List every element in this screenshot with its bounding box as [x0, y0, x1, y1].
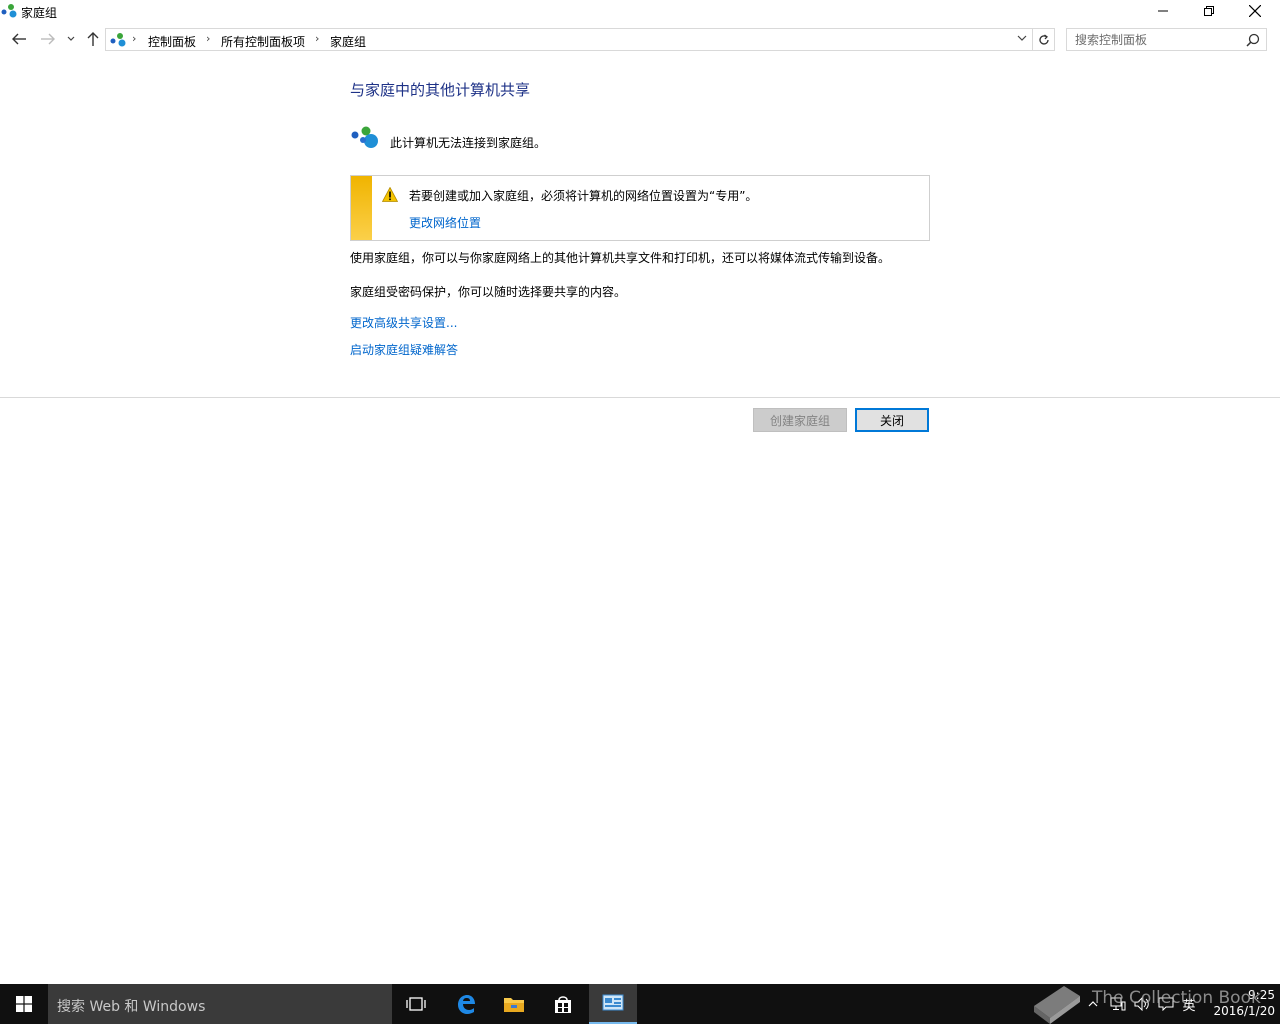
show-hidden-icons-button[interactable] [1084, 984, 1102, 1024]
address-bar[interactable]: › 控制面板 › 所有控制面板项 › 家庭组 [105, 28, 1033, 51]
warning-stripe [351, 176, 372, 240]
homegroup-icon [110, 33, 126, 47]
task-view-button[interactable] [392, 984, 440, 1024]
folder-icon [504, 998, 524, 1012]
volume-tray-button[interactable] [1130, 984, 1154, 1024]
speaker-icon [1134, 997, 1149, 1011]
search-box[interactable] [1066, 28, 1267, 51]
windows-logo-icon [16, 996, 32, 1012]
chevron-up-icon [1088, 1001, 1098, 1007]
homegroup-icon [1, 4, 17, 18]
restore-icon [1204, 6, 1214, 16]
taskbar-search-text: 搜索 Web 和 Windows [57, 999, 206, 1015]
homegroup-icon [351, 126, 378, 148]
restore-button[interactable] [1186, 0, 1232, 22]
chevron-down-icon [1017, 35, 1027, 41]
back-button[interactable] [8, 28, 30, 50]
taskbar-store[interactable] [539, 984, 587, 1024]
breadcrumb-item[interactable]: 控制面板 [148, 33, 196, 50]
action-center-button[interactable] [1154, 984, 1178, 1024]
input-method-button[interactable]: 英 [1178, 984, 1200, 1024]
warning-icon [382, 187, 398, 202]
forward-arrow-icon [41, 33, 55, 45]
minimize-icon [1158, 10, 1168, 12]
breadcrumb-item[interactable]: 家庭组 [330, 33, 366, 50]
refresh-button[interactable] [1033, 28, 1055, 51]
search-icon[interactable] [1246, 33, 1260, 47]
homegroup-description: 使用家庭组，你可以与你家庭网络上的其他计算机共享文件和打印机，还可以将媒体流式传… [350, 251, 891, 265]
taskbar-control-panel[interactable] [589, 984, 637, 1024]
up-arrow-icon [87, 32, 99, 46]
title-bar: 家庭组 [0, 0, 1280, 24]
navigation-bar: › 控制面板 › 所有控制面板项 › 家庭组 [0, 26, 1280, 54]
clock-date: 2016/1/20 [1213, 1004, 1275, 1018]
network-tray-button[interactable] [1106, 984, 1130, 1024]
edge-icon [458, 995, 475, 1014]
minimize-button[interactable] [1140, 0, 1186, 22]
taskbar-file-explorer[interactable] [490, 984, 538, 1024]
advanced-sharing-link[interactable]: 更改高级共享设置... [350, 314, 457, 331]
network-location-warning: 若要创建或加入家庭组，必须将计算机的网络位置设置为“专用”。 更改网络位置 [350, 175, 930, 241]
network-icon [1110, 997, 1126, 1011]
password-note: 家庭组受密码保护，你可以随时选择要共享的内容。 [350, 285, 627, 299]
close-window-button[interactable] [1232, 0, 1278, 22]
divider [0, 397, 1280, 398]
start-button[interactable] [0, 984, 48, 1024]
page-title: 与家庭中的其他计算机共享 [350, 81, 531, 99]
taskbar: 搜索 Web 和 Windows 英 9:25 2016/1/20 [0, 984, 1280, 1024]
back-arrow-icon [12, 33, 26, 45]
taskbar-search[interactable]: 搜索 Web 和 Windows [48, 984, 392, 1024]
breadcrumb-item[interactable]: 所有控制面板项 [221, 33, 305, 50]
create-homegroup-button[interactable]: 创建家庭组 [753, 408, 847, 432]
troubleshoot-link[interactable]: 启动家庭组疑难解答 [350, 341, 458, 358]
window-title: 家庭组 [21, 6, 58, 20]
task-view-icon [406, 997, 426, 1011]
forward-button[interactable] [37, 28, 59, 50]
clock[interactable]: 9:25 2016/1/20 [1205, 987, 1275, 1019]
breadcrumb-separator[interactable]: › [206, 32, 210, 45]
refresh-icon [1038, 33, 1049, 45]
change-network-location-link[interactable]: 更改网络位置 [409, 214, 481, 231]
up-button[interactable] [82, 28, 104, 50]
recent-locations-button[interactable] [62, 28, 80, 50]
search-input[interactable] [1075, 30, 1245, 49]
store-icon [555, 996, 571, 1013]
taskbar-edge[interactable] [442, 984, 490, 1024]
message-icon [1158, 997, 1174, 1011]
clock-time: 9:25 [1248, 988, 1275, 1002]
control-panel-icon [602, 994, 624, 1011]
address-history-button[interactable] [1012, 28, 1032, 48]
warning-text: 若要创建或加入家庭组，必须将计算机的网络位置设置为“专用”。 [409, 189, 758, 203]
close-button[interactable]: 关闭 [855, 408, 929, 432]
breadcrumb-separator[interactable]: › [132, 32, 136, 45]
chevron-down-icon [67, 36, 75, 41]
breadcrumb-separator[interactable]: › [315, 32, 319, 45]
close-icon [1249, 5, 1261, 17]
status-text: 此计算机无法连接到家庭组。 [390, 136, 547, 150]
